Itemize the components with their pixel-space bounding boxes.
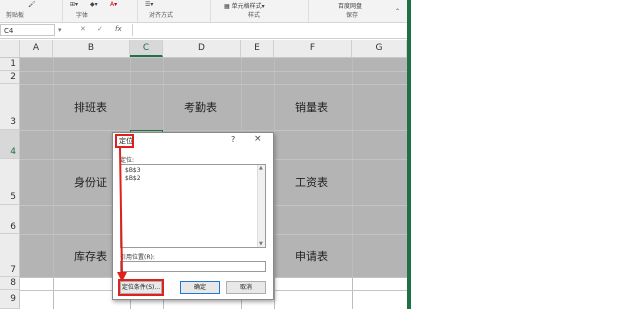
select-all-corner[interactable] [0,40,20,57]
column-header-c[interactable]: C [130,40,163,57]
close-button[interactable]: × [254,134,262,144]
cell-b7[interactable]: 库存表 [74,248,107,264]
column-header-a[interactable]: A [20,40,53,57]
goto-dialog[interactable]: 定位 ? × 定位: $B$3 $B$2 ▲ ▼ 引用位置(R): 定位条件(S… [112,132,274,300]
cell-styles-button[interactable]: ▦ 单元格样式▾ [224,1,265,10]
blank-pane [411,0,620,309]
scroll-up-icon[interactable]: ▲ [259,165,263,171]
goto-label: 定位: [120,157,135,164]
column-header-d[interactable]: D [163,40,241,57]
format-painter-icon[interactable]: 🖌 [28,1,36,8]
scroll-down-icon[interactable]: ▼ [259,241,263,247]
ok-button[interactable]: 确定 [180,281,220,294]
column-header-g[interactable]: G [352,40,407,57]
column-header-e[interactable]: E [241,40,274,57]
formula-bar: C4 ▾ ✕ ✓ fx [0,23,407,39]
reference-label: 引用位置(R): [120,254,155,261]
fill-color-icon[interactable]: ◆▾ [90,1,98,8]
list-scrollbar[interactable]: ▲ ▼ [257,165,265,247]
align-icon[interactable]: ☰▾ [145,1,153,8]
alignment-label: 对齐方式 [149,12,174,19]
save-group[interactable]: 百度网盘 保存 [308,0,378,22]
name-box[interactable]: C4 [0,24,55,36]
cell-b3[interactable]: 排班表 [74,99,107,115]
row-header-4[interactable]: 4 [0,130,20,159]
cell-f5[interactable]: 工资表 [295,174,328,190]
collapse-ribbon-icon[interactable]: ⌃ [395,8,400,15]
cell-styles-label: 单元格样式 [231,3,262,10]
reference-input[interactable] [120,261,266,272]
clipboard-group[interactable]: 🖌 剪贴板 [0,0,63,22]
column-header-f[interactable]: F [274,40,352,57]
column-header-bar: A B C D E F G [0,40,407,58]
cancel-icon[interactable]: ✕ [80,25,86,33]
row-header-8[interactable]: 8 [0,277,20,290]
alignment-group[interactable]: ☰▾ 对齐方式 [137,0,211,22]
cell-d3[interactable]: 考勤表 [184,99,217,115]
styles-label: 样式 [248,12,261,19]
name-box-dropdown-icon[interactable]: ▾ [58,26,62,34]
formula-input[interactable] [132,24,406,36]
cell-f3[interactable]: 销量表 [295,99,328,115]
goto-list[interactable]: $B$3 $B$2 ▲ ▼ [120,164,266,248]
row-header-2[interactable]: 2 [0,71,20,84]
row-header-1[interactable]: 1 [0,58,20,71]
row-header-6[interactable]: 6 [0,205,20,234]
row-header-3[interactable]: 3 [0,84,20,130]
border-icon[interactable]: ⊞▾ [70,1,78,8]
font-color-icon[interactable]: A▾ [110,1,117,8]
save-label: 保存 [346,12,359,19]
column-header-b[interactable]: B [53,40,130,57]
clipboard-label: 剪贴板 [6,12,25,19]
font-label: 字体 [76,12,89,19]
insert-function-icon[interactable]: fx [115,25,122,33]
font-group[interactable]: ⊞▾ ◆▾ A▾ 字体 [62,0,138,22]
ribbon: 🖌 剪贴板 ⊞▾ ◆▾ A▾ 字体 ☰▾ 对齐方式 ▦ 单元格样式▾ 样式 百度… [0,0,407,23]
cell-f7[interactable]: 申请表 [295,248,328,264]
baidu-netdisk-button[interactable]: 百度网盘 [338,1,362,10]
styles-group[interactable]: ▦ 单元格样式▾ 样式 [210,0,309,22]
goto-list-item[interactable]: $B$3 [125,167,141,174]
help-button[interactable]: ? [231,135,235,144]
row-header-7[interactable]: 7 [0,234,20,277]
cancel-button[interactable]: 取消 [226,281,266,294]
row-header-9[interactable]: 9 [0,290,20,309]
special-button-highlight [118,279,164,296]
dialog-title: 定位 [119,137,133,145]
cell-b5[interactable]: 身份证 [74,174,107,190]
enter-icon[interactable]: ✓ [97,25,103,33]
row-header-5[interactable]: 5 [0,159,20,205]
goto-list-item[interactable]: $B$2 [125,175,141,182]
